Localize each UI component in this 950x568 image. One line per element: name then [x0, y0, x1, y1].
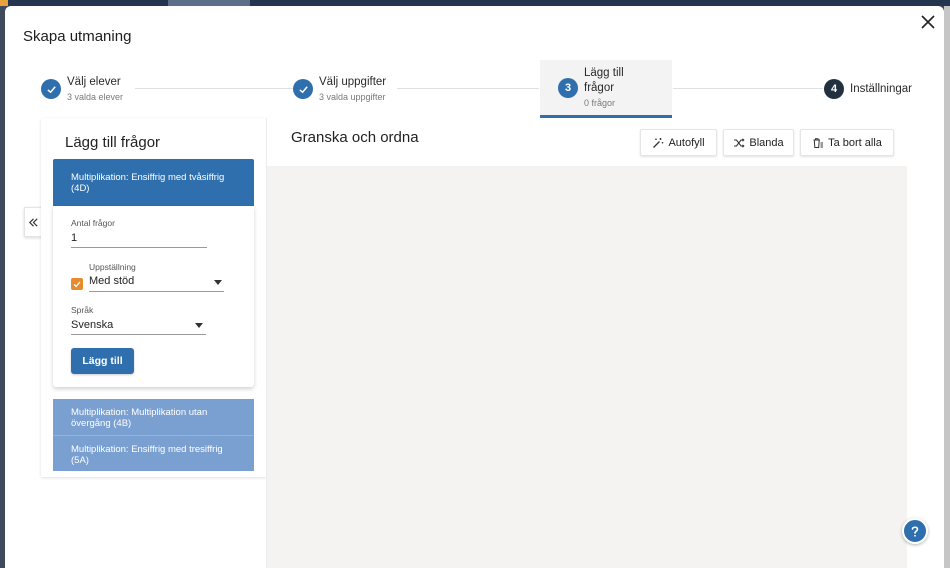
- task-list-item[interactable]: Multiplikation: Ensiffrig med tresiffrig…: [53, 435, 254, 471]
- step-sub: 0 frågor: [584, 97, 616, 108]
- step-connector: [397, 88, 539, 89]
- task-list-item[interactable]: Multiplikation: Multiplikation utan över…: [53, 399, 254, 435]
- step-label: Välj uppgifter: [319, 75, 387, 88]
- language-label: Språk: [71, 305, 94, 315]
- shuffle-icon: [734, 137, 745, 148]
- check-icon: [293, 79, 313, 99]
- count-input[interactable]: 1: [71, 232, 77, 244]
- add-button[interactable]: Lägg till: [71, 348, 134, 374]
- layout-label: Uppställning: [89, 262, 136, 272]
- count-underline: [71, 247, 207, 248]
- layout-underline: [89, 291, 224, 292]
- language-underline: [71, 334, 206, 335]
- add-questions-panel: Lägg till frågor Multiplikation: Ensiffr…: [41, 118, 266, 477]
- shuffle-label: Blanda: [749, 136, 784, 149]
- backdrop-edge: [944, 6, 950, 568]
- double-chevron-left-icon: [28, 217, 38, 227]
- remove-all-button[interactable]: Ta bort alla: [800, 129, 894, 156]
- magic-wand-icon: [653, 137, 664, 148]
- create-challenge-modal: Skapa utmaning Välj elever 3 valda eleve…: [5, 6, 944, 568]
- step-number: 4: [824, 79, 844, 99]
- layout-select[interactable]: Med stöd: [89, 275, 134, 287]
- modal-title: Skapa utmaning: [23, 28, 132, 45]
- shuffle-button[interactable]: Blanda: [723, 129, 794, 156]
- trash-icon: [813, 137, 824, 148]
- autofill-button[interactable]: Autofyll: [640, 129, 717, 156]
- step-label: Inställningar: [850, 82, 913, 95]
- step-add-questions[interactable]: 3 Lägg till frågor 0 frågor: [540, 60, 672, 118]
- step-sub: 3 valda uppgifter: [319, 91, 386, 102]
- caret-down-icon: [195, 323, 203, 328]
- step-select-students[interactable]: Välj elever 3 valda elever: [41, 60, 123, 118]
- check-icon: [41, 79, 61, 99]
- app-logo: [0, 0, 8, 6]
- stepper: Välj elever 3 valda elever Välj uppgifte…: [5, 60, 944, 118]
- question-mark-icon: [911, 526, 919, 537]
- remove-all-label: Ta bort alla: [828, 136, 882, 149]
- step-select-tasks[interactable]: Välj uppgifter 3 valda uppgifter: [293, 60, 386, 118]
- close-icon: [921, 15, 935, 29]
- active-task-form: Antal frågor 1 Uppställning Med stöd Spr…: [53, 206, 254, 387]
- step-connector: [673, 88, 823, 89]
- count-label: Antal frågor: [71, 218, 115, 228]
- step-number: 3: [558, 77, 578, 98]
- layout-checkbox[interactable]: [71, 278, 83, 290]
- caret-down-icon: [214, 280, 222, 285]
- step-settings[interactable]: 4 Inställningar: [824, 60, 912, 118]
- language-select[interactable]: Svenska: [71, 319, 113, 331]
- close-button[interactable]: [920, 14, 936, 30]
- step-label: Välj elever: [67, 75, 121, 88]
- question-order-area[interactable]: [267, 166, 907, 568]
- step-label: Lägg till frågor: [584, 66, 624, 94]
- step-sub: 3 valda elever: [67, 91, 124, 102]
- step-connector: [135, 88, 295, 89]
- active-task-header[interactable]: Multiplikation: Ensiffrig med tvåsiffrig…: [53, 159, 254, 206]
- autofill-label: Autofyll: [668, 136, 705, 149]
- collapse-panel-button[interactable]: [24, 207, 42, 237]
- review-title: Granska och ordna: [291, 129, 419, 146]
- panel-title: Lägg till frågor: [65, 134, 161, 151]
- help-button[interactable]: [902, 518, 928, 544]
